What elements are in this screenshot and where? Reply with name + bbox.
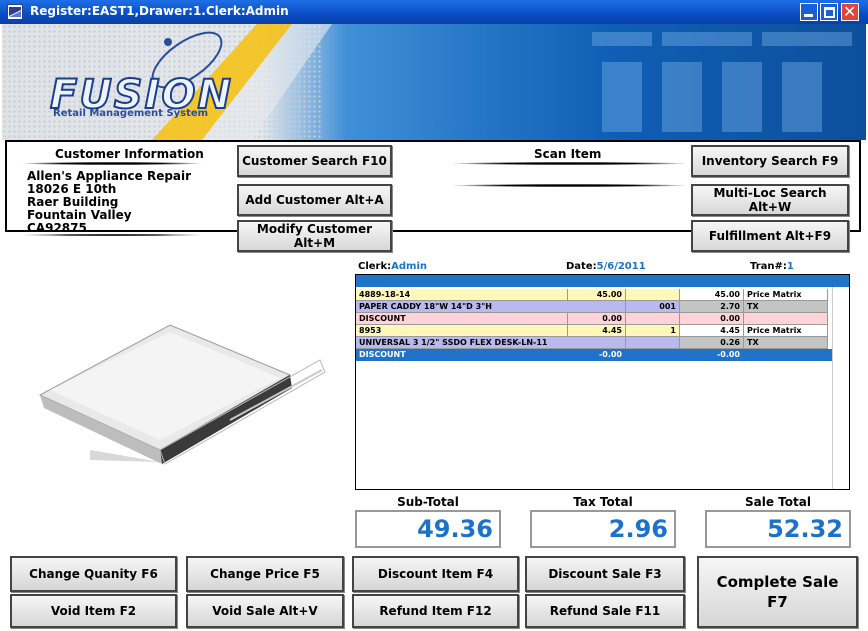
- close-button[interactable]: ✕: [841, 2, 859, 21]
- refund-sale-button[interactable]: Refund Sale F11: [525, 594, 685, 628]
- clerk-label: Clerk:: [358, 261, 392, 272]
- product-image: [30, 300, 330, 470]
- void-item-button[interactable]: Void Item F2: [10, 594, 177, 628]
- logo-tagline: Retail Management System: [53, 108, 209, 119]
- fulfillment-button[interactable]: Fulfillment Alt+F9: [691, 220, 849, 252]
- add-customer-button[interactable]: Add Customer Alt+A: [237, 184, 392, 216]
- date-label: Date:: [566, 261, 597, 272]
- line-note: [744, 313, 828, 325]
- line-qty: [626, 313, 680, 325]
- refund-item-button[interactable]: Refund Item F12: [352, 594, 519, 628]
- title-bar: Register:EAST1,Drawer:1.Clerk:Admin ✕: [0, 0, 868, 24]
- tran-info: Tran#:1: [750, 261, 794, 272]
- line-sku: DISCOUNT: [356, 349, 568, 361]
- subtotal-value: 49.36: [355, 510, 501, 548]
- change-quantity-button[interactable]: Change Quanity F6: [10, 556, 177, 592]
- window-title: Register:EAST1,Drawer:1.Clerk:Admin: [30, 4, 289, 18]
- sale-total-value: 52.32: [705, 510, 851, 548]
- line-note: Price Matrix: [744, 325, 828, 337]
- line-code: [626, 337, 680, 349]
- line-note: Price Matrix: [744, 289, 828, 301]
- modify-customer-button[interactable]: Modify Customer Alt+M: [237, 220, 392, 252]
- line-code: 001: [626, 301, 680, 313]
- app-icon: [7, 4, 23, 20]
- discount-sale-button[interactable]: Discount Sale F3: [525, 556, 685, 592]
- customer-info-heading: Customer Information: [55, 147, 204, 161]
- discount-item-button[interactable]: Discount Item F4: [352, 556, 519, 592]
- complete-sale-label: Complete Sale: [716, 573, 839, 591]
- minimize-button[interactable]: [800, 3, 818, 21]
- line-qty: [626, 289, 680, 301]
- complete-sale-button[interactable]: Complete Sale F7: [697, 556, 858, 628]
- maximize-button[interactable]: [820, 3, 838, 21]
- customer-address-line: 18026 E 10th: [27, 182, 117, 196]
- scan-item-heading: Scan Item: [534, 147, 602, 161]
- tran-label: Tran#:: [750, 261, 787, 272]
- line-price: 45.00: [568, 289, 626, 301]
- line-note: [744, 349, 832, 361]
- customer-city: Fountain Valley: [27, 208, 132, 222]
- line-ext: 4.45: [680, 325, 744, 337]
- line-desc: UNIVERSAL 3 1/2" SSDO FLEX DESK-LN-11: [356, 337, 626, 349]
- date-value: 5/6/2011: [596, 261, 646, 272]
- line-qty: 1: [626, 325, 680, 337]
- customer-address-line: Raer Building: [27, 195, 119, 209]
- close-icon: ✕: [843, 2, 857, 21]
- date-info: Date:5/6/2011: [566, 261, 646, 272]
- line-ext: 0.00: [680, 313, 744, 325]
- clerk-value: Admin: [391, 261, 428, 272]
- complete-sale-shortcut: F7: [767, 593, 788, 611]
- customer-search-button[interactable]: Customer Search F10: [237, 145, 392, 177]
- line-price: -0.00: [568, 349, 626, 361]
- tax-total-value: 2.96: [530, 510, 676, 548]
- grid-header-bar: [356, 275, 849, 287]
- line-price: 4.45: [568, 325, 626, 337]
- divider: [22, 234, 202, 236]
- banner-window-graphic: [592, 32, 862, 140]
- banner: FUSION Retail Management System: [2, 24, 866, 140]
- minimize-icon: [804, 14, 813, 17]
- clerk-info: Clerk:Admin: [358, 261, 427, 272]
- line-sku: 8953: [356, 325, 568, 337]
- divider: [452, 162, 687, 165]
- multi-loc-search-button[interactable]: Multi-Loc Search Alt+W: [691, 184, 849, 216]
- line-desc: PAPER CADDY 18"W 14"D 3"H: [356, 301, 626, 313]
- customer-zip: CA92875: [27, 221, 87, 235]
- tran-value: 1: [786, 261, 794, 272]
- inventory-search-button[interactable]: Inventory Search F9: [691, 145, 849, 177]
- customer-panel: Customer Information Allen's Appliance R…: [5, 140, 861, 252]
- tax-total-label: Tax Total: [573, 495, 633, 509]
- line-sku: DISCOUNT: [356, 313, 568, 325]
- scan-item-field[interactable]: [452, 184, 687, 187]
- grid-scrollbar[interactable]: [832, 287, 849, 489]
- line-tax: 2.70: [680, 301, 744, 313]
- line-tax: 0.26: [680, 337, 744, 349]
- sale-total-label: Sale Total: [745, 495, 811, 509]
- sale-lines-grid[interactable]: 4889-18-14 45.00 45.00 Price Matrix PAPE…: [355, 274, 850, 490]
- line-sku: 4889-18-14: [356, 289, 568, 301]
- subtotal-label: Sub-Total: [397, 495, 459, 509]
- line-price: 0.00: [568, 313, 626, 325]
- void-sale-button[interactable]: Void Sale Alt+V: [186, 594, 344, 628]
- maximize-icon: [824, 7, 835, 18]
- line-qty: [626, 349, 680, 361]
- line-ext: -0.00: [680, 349, 744, 361]
- change-price-button[interactable]: Change Price F5: [186, 556, 344, 592]
- divider: [22, 162, 202, 165]
- line-ext: 45.00: [680, 289, 744, 301]
- customer-name: Allen's Appliance Repair: [27, 169, 192, 183]
- line-tax-label: TX: [744, 337, 828, 349]
- line-tax-label: TX: [744, 301, 828, 313]
